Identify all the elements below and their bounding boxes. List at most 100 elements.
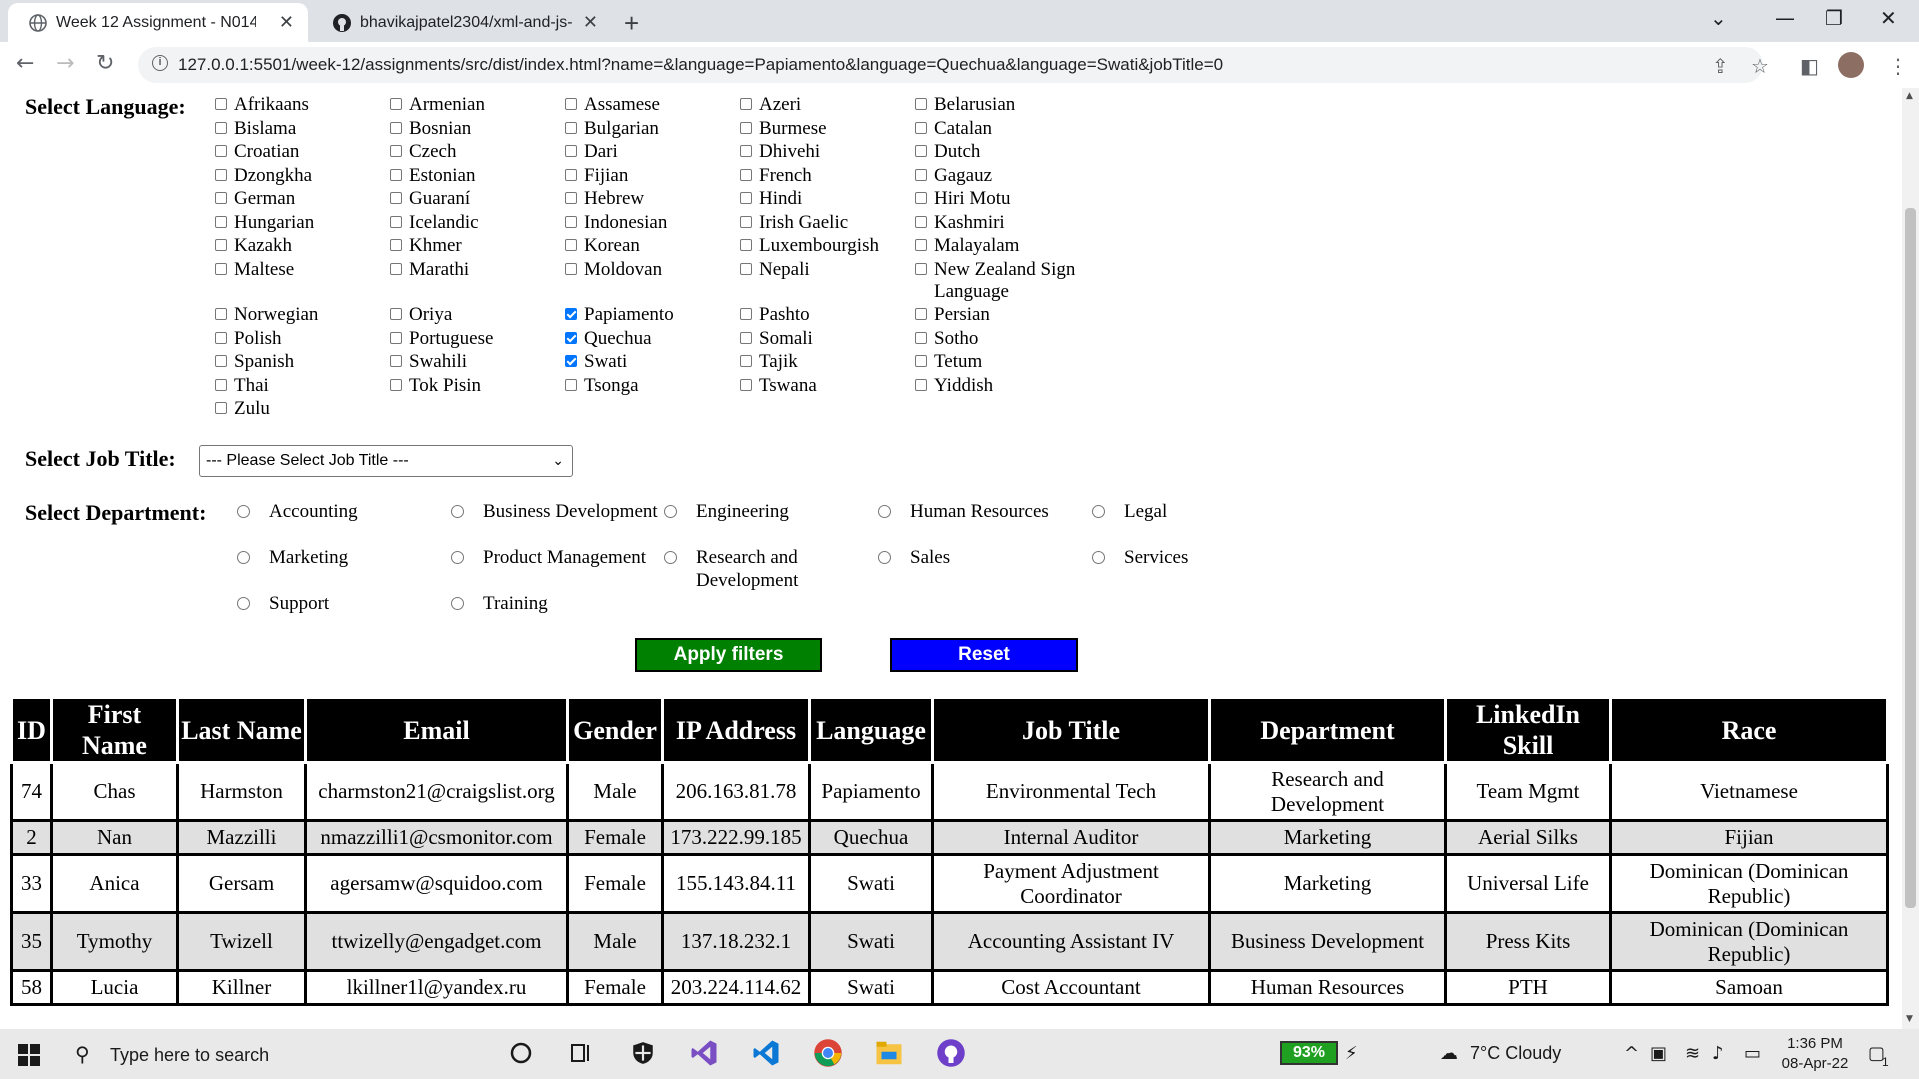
language-checkbox[interactable] [915,355,927,367]
language-checkbox[interactable] [915,262,927,275]
language-checkbox[interactable] [915,331,927,344]
language-checkbox[interactable] [390,308,402,320]
language-checkbox[interactable] [565,168,577,181]
language-checkbox[interactable] [740,378,752,391]
language-checkbox[interactable] [215,262,227,275]
back-icon[interactable]: ← [16,51,34,76]
language-checkbox[interactable] [390,145,402,157]
visual-studio-icon[interactable] [688,1037,720,1069]
close-icon[interactable]: ✕ [583,12,598,33]
task-view-icon[interactable] [565,1037,597,1069]
language-checkbox[interactable] [565,121,577,134]
language-checkbox[interactable] [915,239,927,251]
language-checkbox[interactable] [215,192,227,204]
scroll-thumb[interactable] [1905,208,1916,908]
language-checkbox[interactable] [740,331,752,344]
network-icon[interactable]: ▣ [1650,1043,1667,1064]
tab-week12[interactable]: Week 12 Assignment - N014327 ✕ [8,3,308,42]
language-checkbox[interactable] [740,121,752,134]
tab-search-icon[interactable]: ⌄ [1710,6,1727,30]
language-checkbox[interactable] [215,98,227,110]
language-checkbox[interactable] [915,145,927,157]
windows-start-icon[interactable] [18,1044,40,1066]
language-checkbox[interactable] [215,239,227,251]
address-bar[interactable]: i 127.0.0.1:5501/week-12/assignments/src… [138,47,1763,83]
language-checkbox[interactable] [215,355,227,367]
speaker-icon[interactable]: ♪ [1712,1043,1724,1064]
battery-tray-icon[interactable]: ▭ [1744,1043,1761,1064]
language-checkbox[interactable] [915,215,927,228]
department-radio[interactable] [451,505,464,518]
language-checkbox[interactable] [915,308,927,320]
tab-github[interactable]: bhavikajpatel2304/xml-and-js-co ✕ [312,3,612,42]
language-checkbox[interactable] [915,192,927,204]
language-checkbox[interactable] [740,98,752,110]
cortana-icon[interactable] [505,1037,537,1069]
github-desktop-icon[interactable] [935,1037,967,1069]
minimize-icon[interactable]: — [1775,6,1795,30]
language-checkbox[interactable] [215,168,227,181]
avatar[interactable] [1838,52,1864,78]
language-checkbox[interactable] [215,145,227,157]
new-tab-button[interactable]: + [624,8,639,39]
side-panel-icon[interactable]: ◧ [1800,54,1819,78]
language-checkbox[interactable] [740,308,752,320]
taskbar-search[interactable]: ⚲ Type here to search [62,1033,482,1075]
language-checkbox[interactable] [565,215,577,228]
system-clock[interactable]: 1:36 PM 08-Apr-22 [1775,1034,1855,1074]
language-checkbox[interactable] [565,378,577,391]
language-checkbox[interactable] [390,98,402,110]
language-checkbox[interactable] [215,121,227,134]
scroll-down-icon[interactable]: ▼ [1906,1014,1913,1024]
vscode-icon[interactable] [750,1037,782,1069]
language-checkbox[interactable] [740,215,752,228]
department-radio[interactable] [237,505,250,518]
language-checkbox[interactable] [565,331,577,344]
language-checkbox[interactable] [565,239,577,251]
close-window-icon[interactable]: ✕ [1880,6,1897,30]
file-explorer-icon[interactable] [873,1037,905,1069]
language-checkbox[interactable] [390,331,402,344]
language-checkbox[interactable] [565,355,577,367]
security-shield-icon[interactable] [627,1037,659,1069]
battery-indicator[interactable]: 93% [1280,1041,1338,1065]
department-radio[interactable] [878,505,891,518]
reload-icon[interactable]: ↻ [96,51,114,76]
language-checkbox[interactable] [740,355,752,367]
language-checkbox[interactable] [215,215,227,228]
department-radio[interactable] [878,551,891,564]
language-checkbox[interactable] [390,378,402,391]
language-checkbox[interactable] [915,121,927,134]
language-checkbox[interactable] [740,262,752,275]
department-radio[interactable] [237,551,250,564]
language-checkbox[interactable] [915,378,927,391]
language-checkbox[interactable] [215,378,227,391]
page-scrollbar[interactable]: ▲ ▼ [1902,88,1919,1029]
language-checkbox[interactable] [740,168,752,181]
language-checkbox[interactable] [740,239,752,251]
language-checkbox[interactable] [390,215,402,228]
language-checkbox[interactable] [215,331,227,344]
close-icon[interactable]: ✕ [279,12,294,33]
language-checkbox[interactable] [565,308,577,320]
department-radio[interactable] [451,551,464,564]
department-radio[interactable] [664,551,677,564]
bookmark-star-icon[interactable]: ☆ [1751,54,1769,78]
restore-icon[interactable]: ❐ [1825,6,1843,30]
weather-text[interactable]: 7°C Cloudy [1470,1043,1561,1064]
language-checkbox[interactable] [215,308,227,320]
language-checkbox[interactable] [915,168,927,181]
language-checkbox[interactable] [565,262,577,275]
info-icon[interactable]: i [152,55,168,71]
scroll-up-icon[interactable]: ▲ [1906,91,1913,101]
language-checkbox[interactable] [390,239,402,251]
reset-button[interactable]: Reset [890,638,1078,672]
language-checkbox[interactable] [215,402,227,414]
language-checkbox[interactable] [565,192,577,204]
chrome-icon[interactable] [812,1037,844,1069]
language-checkbox[interactable] [390,262,402,275]
department-radio[interactable] [1092,551,1105,564]
wifi-icon[interactable]: ≋ [1685,1043,1700,1064]
language-checkbox[interactable] [740,145,752,157]
language-checkbox[interactable] [565,98,577,110]
